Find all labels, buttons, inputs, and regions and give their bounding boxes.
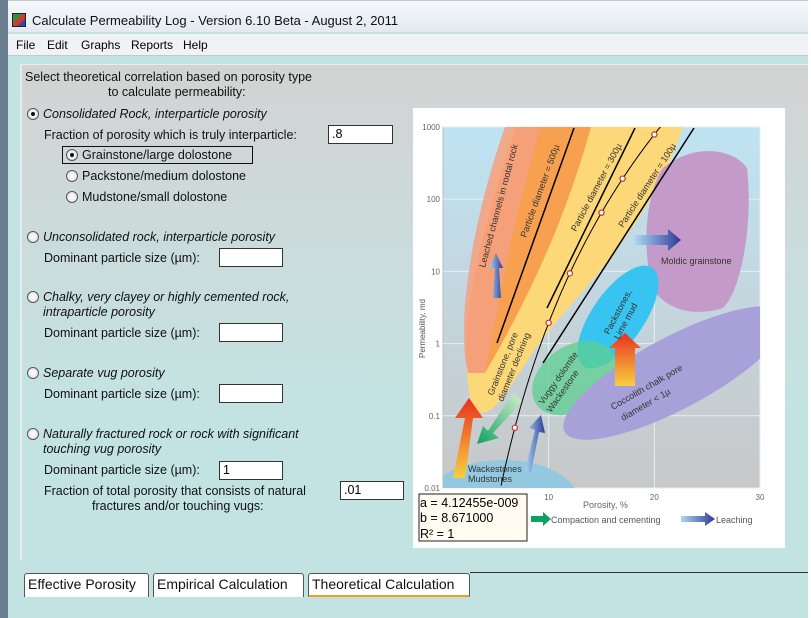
legend-leaching-arrow — [681, 512, 715, 526]
y-tick-label: 1 — [436, 340, 441, 349]
label-moldic: Moldic grainstone — [661, 256, 732, 266]
fractured-size-input[interactable]: 1 — [219, 461, 283, 480]
label-particle-size: Dominant particle size (µm): — [44, 326, 200, 340]
x-tick-label: 30 — [756, 493, 765, 502]
y-tick-label: 0.1 — [429, 412, 441, 421]
label-fractured: Naturally fractured rock or rock with si… — [43, 427, 299, 441]
radio-grainstone[interactable] — [66, 149, 78, 161]
tab-empirical-calculation[interactable]: Empirical Calculation — [153, 573, 304, 597]
menu-help[interactable]: Help — [183, 38, 208, 52]
tab-effective-porosity[interactable]: Effective Porosity — [24, 573, 149, 597]
label-vug: Separate vug porosity — [43, 366, 165, 380]
fit-a: a = 4.12455e-009 — [420, 496, 518, 510]
radio-fractured[interactable] — [27, 428, 39, 440]
y-axis-label: Permeability, md — [418, 299, 427, 358]
label-unconsolidated: Unconsolidated rock, interparticle poros… — [43, 230, 276, 244]
label-wack2: Mudstones — [468, 474, 513, 484]
permeability-chart: Leached channels in rootal rock Particle… — [413, 108, 785, 548]
menu-reports[interactable]: Reports — [131, 38, 173, 52]
legend-compaction-arrow — [531, 512, 551, 526]
unconsolidated-size-input[interactable] — [219, 248, 283, 267]
app-icon — [12, 13, 26, 27]
label-fraction-interparticle: Fraction of porosity which is truly inte… — [44, 128, 297, 142]
form-heading: Select theoretical correlation based on … — [25, 70, 312, 84]
fit-point — [651, 131, 658, 138]
radio-unconsolidated[interactable] — [27, 231, 39, 243]
fit-point — [545, 319, 552, 327]
x-axis-label: Porosity, % — [583, 500, 628, 510]
moldic-region — [646, 151, 749, 312]
label-consolidated: Consolidated Rock, interparticle porosit… — [43, 107, 267, 121]
label-fractured-2: touching vug porosity — [43, 442, 162, 456]
fit-point — [566, 270, 573, 277]
radio-vug[interactable] — [27, 367, 39, 379]
fit-point — [598, 209, 605, 216]
tab-theoretical-calculation[interactable]: Theoretical Calculation — [308, 573, 470, 597]
chalky-size-input[interactable] — [219, 323, 283, 342]
vug-size-input[interactable] — [219, 384, 283, 403]
legend-leaching: Leaching — [716, 515, 753, 525]
label-wack1: Wackestones — [468, 464, 522, 474]
radio-chalky[interactable] — [27, 291, 39, 303]
menu-file[interactable]: File — [16, 38, 35, 52]
label-chalky-2: intraparticle porosity — [43, 305, 155, 319]
label-fracture-fraction-2: fractures and/or touching vugs: — [92, 499, 264, 513]
label-grainstone: Grainstone/large dolostone — [82, 148, 233, 162]
menu-graphs[interactable]: Graphs — [81, 38, 120, 52]
x-tick-label: 20 — [650, 493, 659, 502]
fracture-fraction-input[interactable]: .01 — [340, 481, 404, 500]
label-mudstone: Mudstone/small dolostone — [82, 190, 228, 204]
title-bar: Calculate Permeability Log - Version 6.1… — [8, 0, 808, 32]
label-particle-size: Dominant particle size (µm): — [44, 463, 200, 477]
label-particle-size: Dominant particle size (µm): — [44, 387, 200, 401]
tab-strip-line — [470, 572, 808, 573]
radio-mudstone[interactable] — [66, 191, 78, 203]
window-title: Calculate Permeability Log - Version 6.1… — [32, 13, 399, 28]
fraction-interparticle-input[interactable]: .8 — [328, 125, 393, 144]
fit-r2: R² = 1 — [420, 527, 454, 541]
x-tick-label: 10 — [544, 493, 553, 502]
legend-compaction: Compaction and cementing — [551, 515, 661, 525]
fit-b: b = 8.671000 — [420, 511, 493, 525]
label-packstone: Packstone/medium dolostone — [82, 169, 246, 183]
form-heading-2: to calculate permeability: — [108, 85, 246, 99]
radio-consolidated[interactable] — [27, 108, 39, 120]
radio-packstone[interactable] — [66, 170, 78, 182]
y-tick-label: 1000 — [422, 123, 440, 132]
menu-edit[interactable]: Edit — [47, 38, 68, 52]
fit-point — [511, 424, 519, 431]
y-tick-label: 0.01 — [424, 484, 440, 493]
y-tick-label: 100 — [427, 195, 441, 204]
label-chalky: Chalky, very clayey or highly cemented r… — [43, 290, 290, 304]
label-particle-size: Dominant particle size (µm): — [44, 251, 200, 265]
y-tick-label: 10 — [431, 267, 440, 276]
label-fracture-fraction: Fraction of total porosity that consists… — [44, 484, 306, 498]
menu-bar: File Edit Graphs Reports Help — [8, 34, 808, 56]
fit-point — [619, 175, 626, 182]
